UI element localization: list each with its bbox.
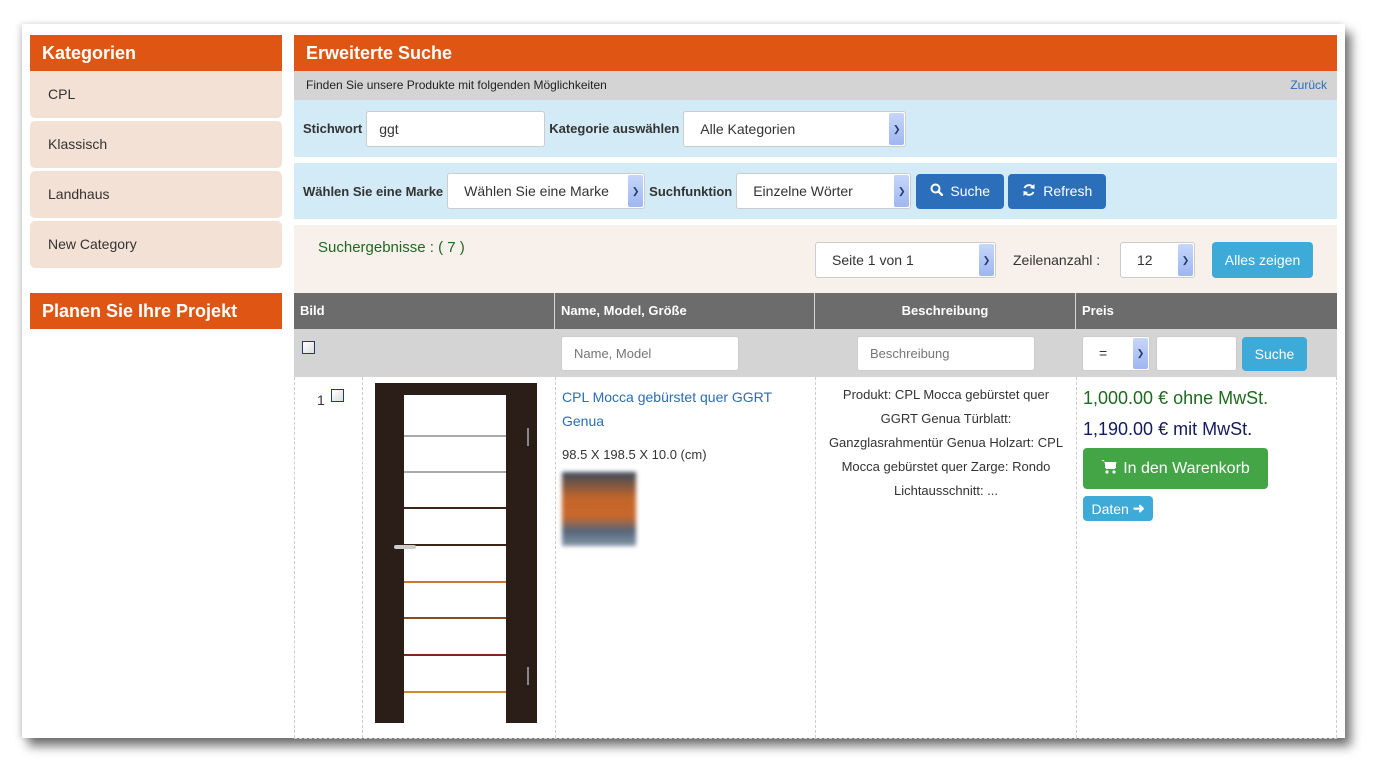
table-row: 1 CPL Mocca gebürstet quer GGRT Genua 98… [294, 377, 1337, 739]
brand-select-value: Wählen Sie eine Marke [464, 183, 609, 199]
sidebar-item-new-category[interactable]: New Category [30, 221, 282, 268]
row-name-cell: CPL Mocca gebürstet quer GGRT Genua 98.5… [555, 377, 815, 738]
product-description: Produkt: CPL Mocca gebürstet quer GGRT G… [828, 387, 1064, 498]
price-filter-input[interactable] [1156, 336, 1237, 371]
price-net: 1,000.00 € ohne MwSt. [1083, 388, 1269, 408]
filter-price-cell: = ❯ Suche [1076, 329, 1337, 377]
category-label: Kategorie auswählen [549, 121, 680, 136]
chevron-down-icon: ❯ [889, 112, 905, 145]
search-title: Erweiterte Suche [294, 35, 1337, 71]
filter-row-1: Stichwort Kategorie auswählen Alle Kateg… [294, 100, 1337, 157]
search-button[interactable]: Suche [916, 173, 1005, 209]
select-all-checkbox[interactable] [302, 341, 315, 354]
rows-label: Zeilenanzahl : [1013, 252, 1101, 268]
sidebar: Kategorien CPL Klassisch Landhaus New Ca… [30, 35, 282, 329]
search-icon [930, 183, 944, 199]
details-label: Daten [1091, 500, 1129, 517]
page-select[interactable]: Seite 1 von 1 ❯ [815, 242, 996, 278]
results-count: Suchergebnisse : ( 7 ) [318, 239, 465, 256]
refresh-button[interactable]: Refresh [1008, 173, 1107, 209]
header-image: Bild [294, 293, 555, 329]
add-to-cart-button[interactable]: In den Warenkorb [1083, 448, 1268, 489]
door-glass [404, 395, 506, 723]
filter-row-2: Wählen Sie eine Marke Wählen Sie eine Ma… [294, 163, 1337, 219]
brand-select[interactable]: Wählen Sie eine Marke ❯ [447, 173, 646, 209]
row-image-cell [362, 377, 555, 738]
page-select-value: Seite 1 von 1 [832, 252, 914, 268]
chevron-down-icon: ❯ [1178, 244, 1193, 276]
product-size: 98.5 X 198.5 X 10.0 (cm) [562, 447, 707, 462]
page-frame: Kategorien CPL Klassisch Landhaus New Ca… [22, 24, 1345, 739]
keyword-label: Stichwort [303, 121, 363, 136]
keyword-input[interactable] [366, 110, 546, 147]
function-select-value: Einzelne Wörter [753, 183, 853, 199]
description-filter-input[interactable] [857, 336, 1035, 371]
back-link[interactable]: Zurück [1290, 71, 1327, 100]
results-bar: Suchergebnisse : ( 7 ) Seite 1 von 1 ❯ Z… [294, 225, 1337, 293]
advanced-search: Erweiterte Suche Finden Sie unsere Produ… [294, 35, 1337, 739]
category-list: CPL Klassisch Landhaus New Category [30, 71, 282, 268]
header-description: Beschreibung [815, 293, 1076, 329]
arrow-right-icon: ➜ [1132, 500, 1145, 516]
price-operator-value: = [1099, 345, 1108, 361]
filter-name-cell [555, 329, 815, 377]
function-select[interactable]: Einzelne Wörter ❯ [736, 173, 912, 209]
category-select-value: Alle Kategorien [700, 120, 796, 137]
search-button-label: Suche [950, 183, 991, 199]
cart-icon [1101, 459, 1117, 479]
product-name-link[interactable]: CPL Mocca gebürstet quer GGRT Genua [562, 389, 772, 429]
sidebar-item-klassisch[interactable]: Klassisch [30, 121, 282, 168]
row-price-cell: 1,000.00 € ohne MwSt. 1,190.00 € mit MwS… [1076, 377, 1337, 738]
chevron-down-icon: ❯ [1133, 338, 1148, 369]
rows-select[interactable]: 12 ❯ [1120, 242, 1195, 278]
row-checkbox[interactable] [331, 389, 344, 402]
category-select[interactable]: Alle Kategorien ❯ [683, 110, 907, 147]
row-description-cell: Produkt: CPL Mocca gebürstet quer GGRT G… [815, 377, 1076, 738]
price-search-button[interactable]: Suche [1242, 337, 1307, 371]
header-price: Preis [1082, 303, 1114, 318]
filter-select-cell [294, 329, 555, 377]
table-filter-row: = ❯ Suche [294, 329, 1337, 377]
sidebar-item-cpl[interactable]: CPL [30, 71, 282, 118]
product-image[interactable] [375, 383, 537, 723]
categories-title: Kategorien [30, 35, 282, 71]
brand-thumbnail[interactable] [562, 472, 636, 546]
header-name: Name, Model, Größe [555, 293, 815, 329]
row-index: 1 [317, 392, 325, 408]
table-header: Bild Name, Model, Größe Beschreibung Pre… [294, 293, 1337, 329]
refresh-icon [1022, 183, 1036, 200]
details-button[interactable]: Daten ➜ [1083, 496, 1153, 521]
show-all-button[interactable]: Alles zeigen [1212, 242, 1313, 278]
row-index-cell: 1 [294, 377, 362, 738]
price-gross: 1,190.00 € mit MwSt. [1083, 419, 1253, 439]
name-filter-input[interactable] [561, 336, 739, 371]
chevron-down-icon: ❯ [894, 175, 910, 207]
refresh-button-label: Refresh [1043, 183, 1093, 199]
filter-desc-cell [815, 329, 1076, 377]
chevron-down-icon: ❯ [628, 175, 644, 207]
door-handle [394, 545, 416, 549]
add-to-cart-label: In den Warenkorb [1123, 459, 1250, 477]
price-operator-select[interactable]: = ❯ [1082, 336, 1150, 371]
info-bar: Finden Sie unsere Produkte mit folgenden… [294, 71, 1337, 100]
project-title[interactable]: Planen Sie Ihre Projekt [30, 293, 282, 329]
sidebar-item-landhaus[interactable]: Landhaus [30, 171, 282, 218]
search-subtitle: Finden Sie unsere Produkte mit folgenden… [306, 78, 607, 92]
function-label: Suchfunktion [649, 183, 733, 199]
rows-select-value: 12 [1137, 252, 1153, 268]
brand-label: Wählen Sie eine Marke [303, 183, 444, 199]
chevron-down-icon: ❯ [979, 244, 994, 276]
